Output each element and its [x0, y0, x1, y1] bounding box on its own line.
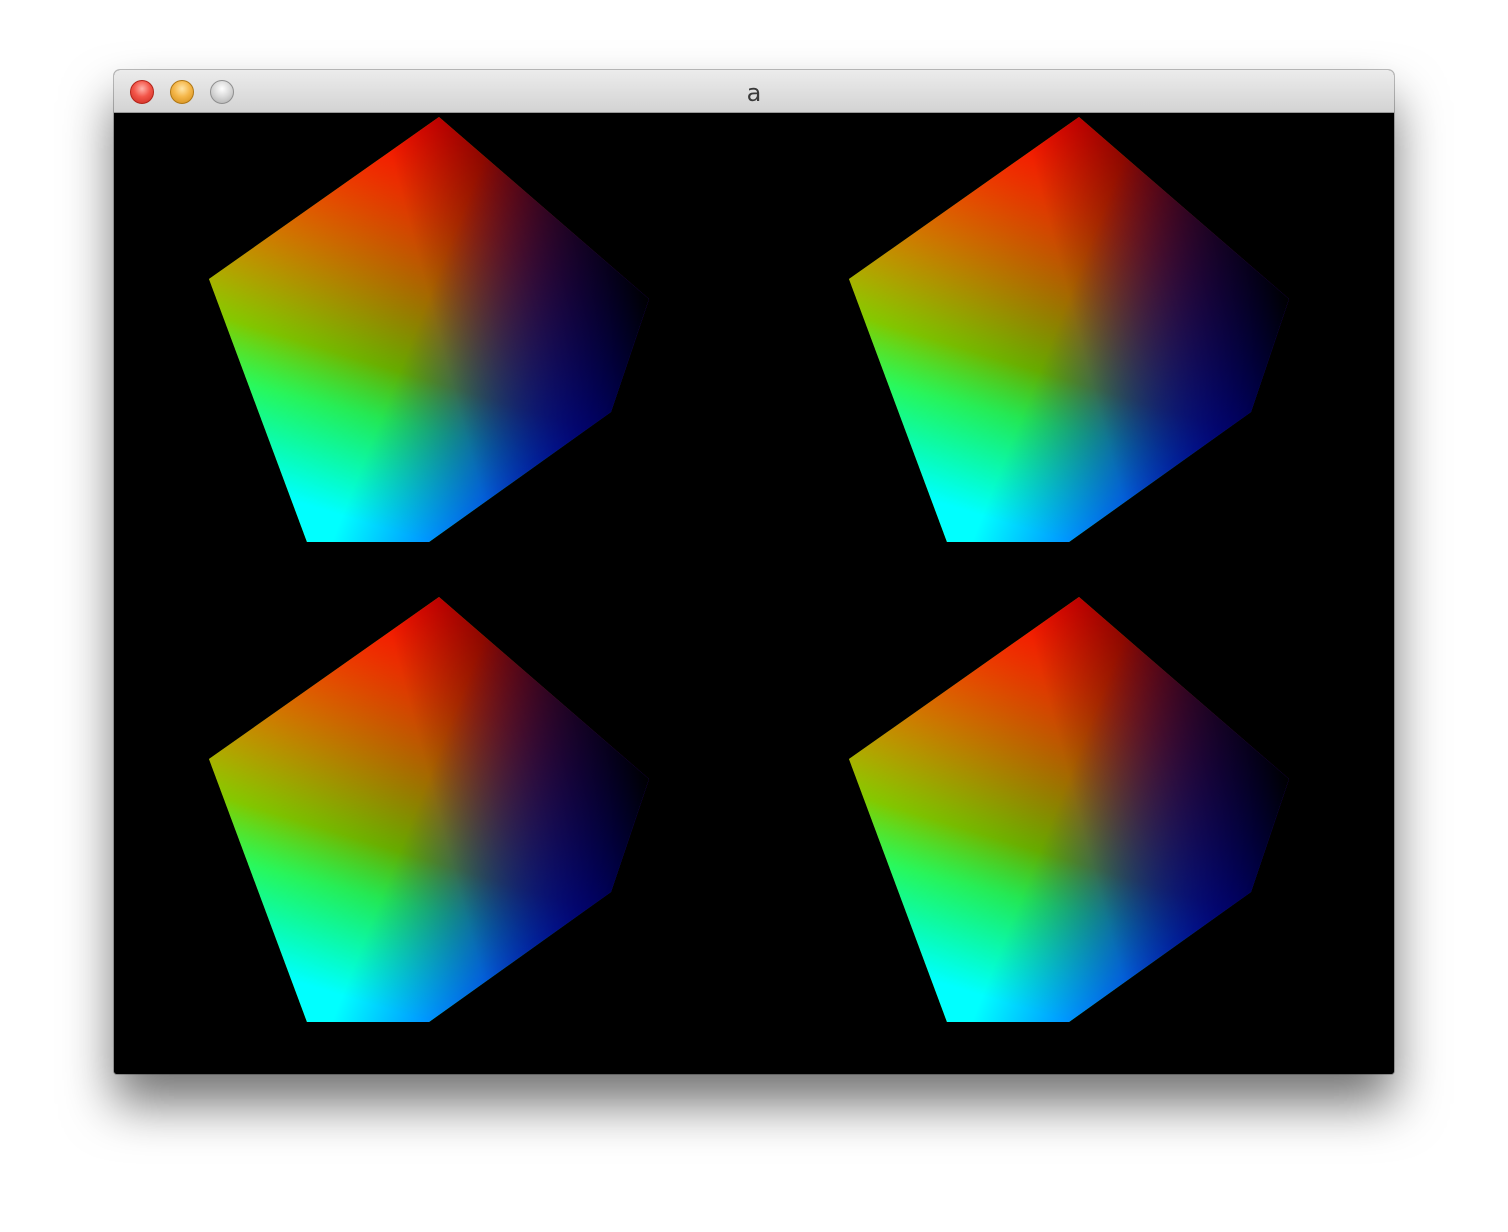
pentagon-scene [209, 117, 1289, 1022]
pentagon-shade-layer [849, 117, 1289, 542]
pentagon-shade-layer [849, 597, 1289, 1022]
pentagon-bottom-left [209, 597, 649, 1022]
app-window: a [114, 70, 1394, 1074]
title-bar[interactable]: a [114, 70, 1394, 113]
pentagon-bottom-right [849, 597, 1289, 1022]
render-canvas[interactable] [114, 114, 1394, 1074]
pentagon-top-left [209, 117, 649, 542]
pentagon-shade-layer [209, 117, 649, 542]
pentagon-shade-layer [209, 597, 649, 1022]
pentagon-top-right [849, 117, 1289, 542]
window-title: a [746, 79, 762, 107]
